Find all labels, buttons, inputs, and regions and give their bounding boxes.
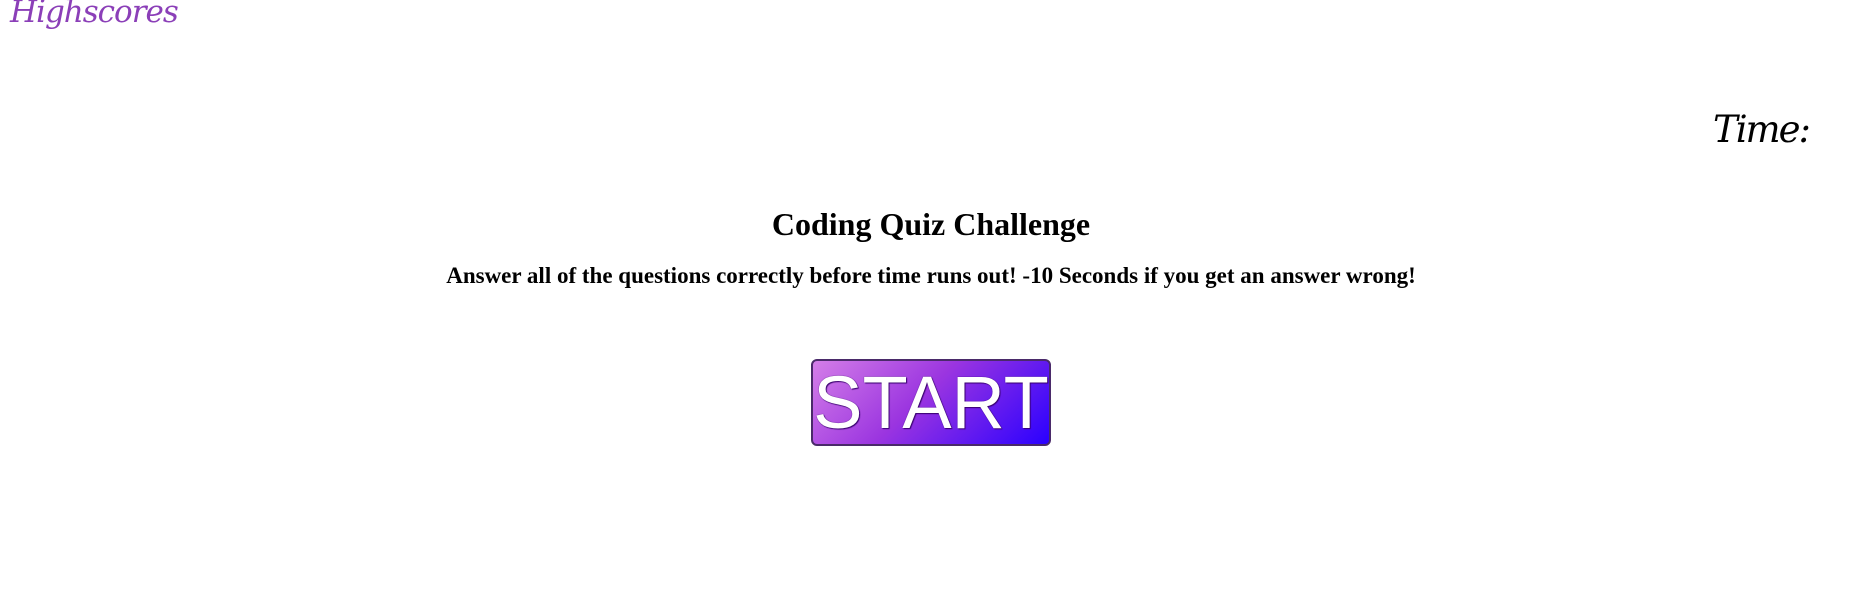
timer-label: Time: xyxy=(1713,108,1811,151)
quiz-instructions: Answer all of the questions correctly be… xyxy=(446,263,1416,288)
page-title: Coding Quiz Challenge xyxy=(771,206,1091,242)
timer: Time: xyxy=(1713,108,1815,151)
highscores-link[interactable]: Highscores xyxy=(10,0,179,30)
start-button[interactable]: START xyxy=(811,359,1051,446)
